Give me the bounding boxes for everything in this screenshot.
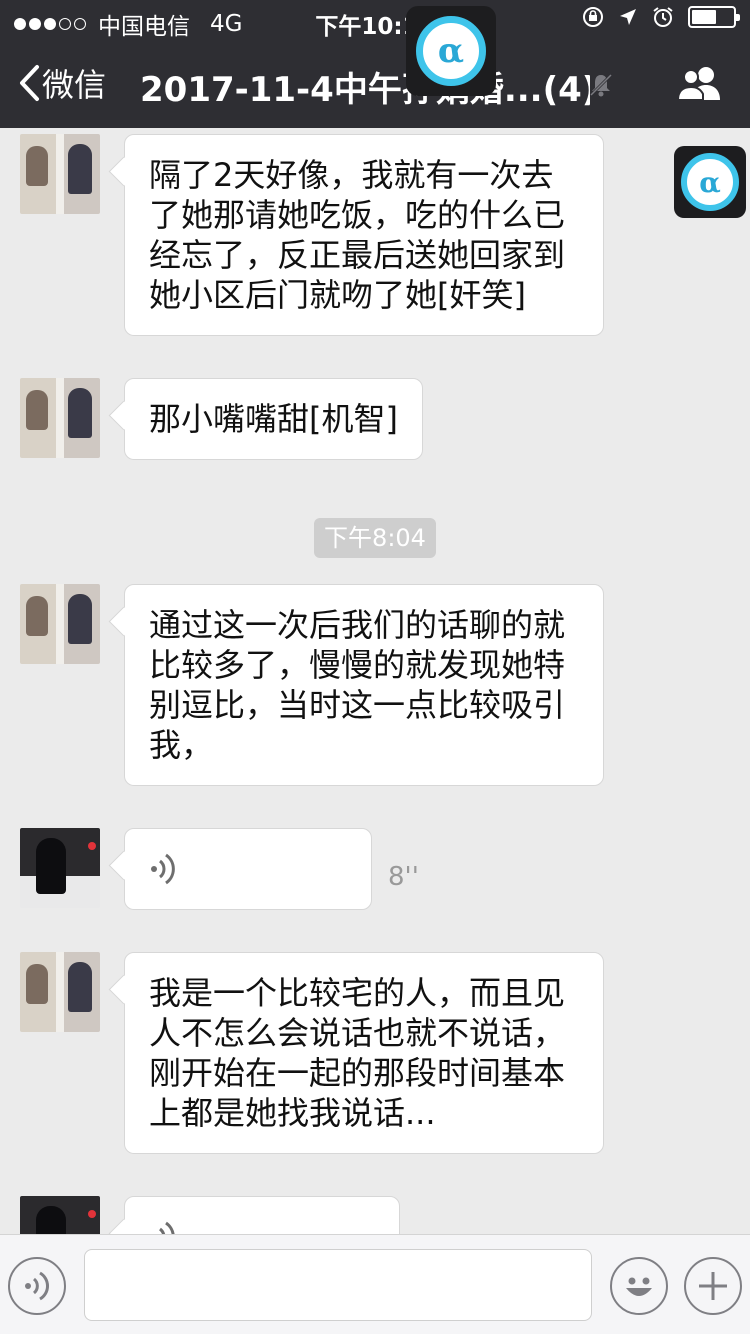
mute-bell-icon bbox=[589, 73, 613, 97]
voice-message-row bbox=[20, 1196, 400, 1234]
location-arrow-icon bbox=[620, 9, 636, 25]
alpha-icon: α bbox=[416, 16, 486, 86]
back-button[interactable]: 微信 bbox=[18, 60, 106, 106]
message-text: 通过这一次后我们的话聊的就比较多了，慢慢的就发现她特别逗比，当时这一点比较吸引我… bbox=[149, 606, 566, 764]
message-bubble[interactable]: 那小嘴嘴甜[机智] bbox=[124, 378, 423, 460]
message-list[interactable]: 隔了2天好像，我就有一次去了她那请她吃饭，吃的什么已经忘了，反正最后送她回家到她… bbox=[0, 128, 750, 1234]
avatar[interactable] bbox=[20, 134, 100, 214]
message-bubble[interactable]: 通过这一次后我们的话聊的就比较多了，慢慢的就发现她特别逗比，当时这一点比较吸引我… bbox=[124, 584, 604, 786]
voice-message-row: 8'' bbox=[20, 828, 419, 910]
emoji-icon bbox=[626, 1277, 652, 1296]
message-text: 那小嘴嘴甜[机智] bbox=[149, 400, 398, 438]
message-bubble[interactable]: 我是一个比较宅的人，而且见人不怎么会说话也就不说话，刚开始在一起的那段时间基本上… bbox=[124, 952, 604, 1154]
message-bubble[interactable]: 隔了2天好像，我就有一次去了她那请她吃饭，吃的什么已经忘了，反正最后送她回家到她… bbox=[124, 134, 604, 336]
plus-icon bbox=[699, 1272, 727, 1300]
voice-wave-icon bbox=[151, 853, 175, 885]
voice-wave-icon bbox=[158, 1221, 175, 1234]
floating-alpha-button[interactable]: α bbox=[406, 6, 496, 96]
message-row: 那小嘴嘴甜[机智] bbox=[20, 378, 423, 460]
message-row: 我是一个比较宅的人，而且见人不怎么会说话也就不说话，刚开始在一起的那段时间基本上… bbox=[20, 952, 604, 1154]
message-input[interactable] bbox=[84, 1249, 592, 1321]
emoji-button[interactable] bbox=[610, 1257, 668, 1315]
voice-mode-button[interactable] bbox=[8, 1257, 66, 1315]
chat-header: 微信 2017-11-4中午孙娟婚...(4) bbox=[0, 40, 750, 128]
top-bar: 中国电信 4G 下午10:17 微信 2017-11-4中午孙娟婚...(4) bbox=[0, 0, 750, 128]
avatar[interactable] bbox=[20, 828, 100, 908]
message-text: 隔了2天好像，我就有一次去了她那请她吃饭，吃的什么已经忘了，反正最后送她回家到她… bbox=[149, 156, 566, 314]
time-divider: 下午8:04 bbox=[314, 518, 436, 558]
voice-duration: 8'' bbox=[388, 862, 419, 892]
more-actions-button[interactable] bbox=[684, 1257, 742, 1315]
rotation-lock-icon bbox=[583, 7, 603, 27]
alarm-icon bbox=[653, 7, 673, 27]
input-bar bbox=[0, 1234, 750, 1334]
avatar[interactable] bbox=[20, 378, 100, 458]
message-row: 通过这一次后我们的话聊的就比较多了，慢慢的就发现她特别逗比，当时这一点比较吸引我… bbox=[20, 584, 604, 786]
voice-mode-icon bbox=[25, 1271, 50, 1301]
battery-icon bbox=[688, 6, 740, 28]
avatar[interactable] bbox=[20, 952, 100, 1032]
back-label: 微信 bbox=[42, 66, 107, 104]
voice-message-bubble[interactable] bbox=[124, 1196, 400, 1234]
message-text: 我是一个比较宅的人，而且见人不怎么会说话也就不说话，刚开始在一起的那段时间基本上… bbox=[149, 974, 566, 1132]
voice-message-bubble[interactable] bbox=[124, 828, 372, 910]
avatar[interactable] bbox=[20, 584, 100, 664]
status-right bbox=[582, 6, 740, 28]
chat-title: 2017-11-4中午孙娟婚...(4) bbox=[140, 70, 590, 110]
status-bar: 中国电信 4G 下午10:17 bbox=[0, 0, 750, 40]
message-row: 隔了2天好像，我就有一次去了她那请她吃饭，吃的什么已经忘了，反正最后送她回家到她… bbox=[20, 134, 604, 336]
group-info-icon[interactable] bbox=[676, 64, 724, 104]
avatar[interactable] bbox=[20, 1196, 100, 1234]
chevron-left-icon bbox=[20, 65, 39, 101]
